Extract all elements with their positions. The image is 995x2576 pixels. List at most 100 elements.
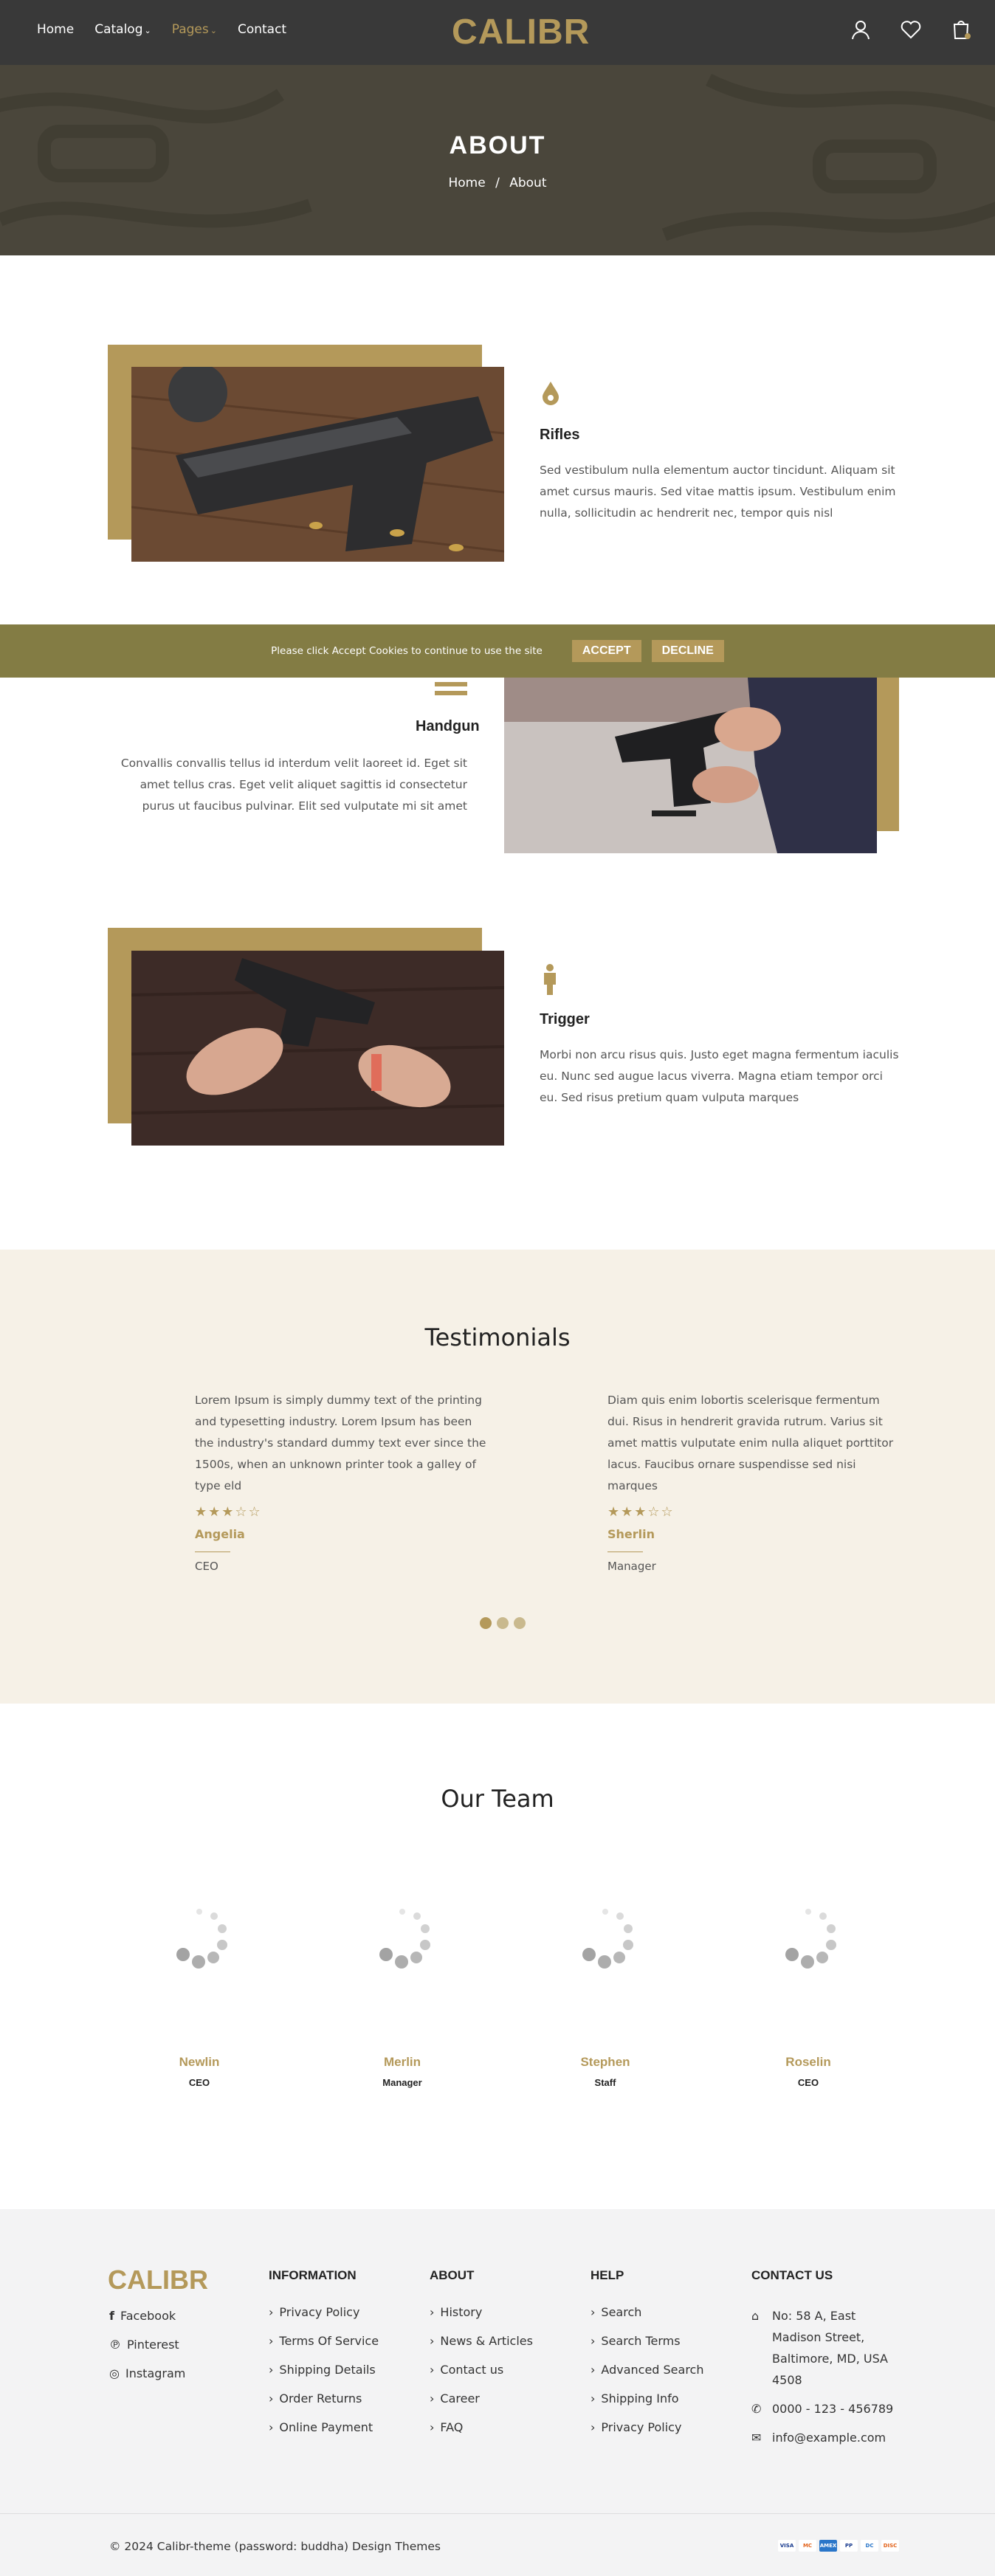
rating-stars: ★★★☆☆ xyxy=(195,1504,262,1520)
footer-heading: CONTACT US xyxy=(751,2268,833,2282)
footer-link[interactable]: › Order Returns xyxy=(269,2391,379,2405)
copyright: © 2024 Calibr-theme (password: buddha) D… xyxy=(109,2540,441,2553)
contact-phone[interactable]: ✆ 0000 - 123 - 456789 xyxy=(751,2398,899,2420)
chevron-right-icon: › xyxy=(430,2420,435,2434)
chevron-right-icon: › xyxy=(269,2420,274,2434)
breadcrumb-home[interactable]: Home xyxy=(448,176,485,190)
footer-logo[interactable]: CALIBR xyxy=(108,2265,208,2296)
feature-title: Rifles xyxy=(540,427,580,443)
chevron-right-icon: › xyxy=(430,2363,435,2377)
carousel-dot[interactable] xyxy=(514,1617,526,1629)
footer-link[interactable]: › Online Payment xyxy=(269,2420,379,2434)
chevron-down-icon: ⌄ xyxy=(144,26,151,35)
footer-column-contact: CONTACT US ⌂ No: 58 A, East Madison Stree… xyxy=(751,2268,899,2456)
home-icon: ⌂ xyxy=(751,2309,760,2323)
chevron-right-icon: › xyxy=(430,2391,435,2405)
footer-link[interactable]: › FAQ xyxy=(430,2420,533,2434)
carousel-dot[interactable] xyxy=(497,1617,509,1629)
footer-heading: INFORMATION xyxy=(269,2268,357,2282)
chevron-right-icon: › xyxy=(269,2305,274,2319)
payment-icons: VISA MC AMEX PP DC DISC xyxy=(778,2540,899,2552)
footer-column-information: INFORMATION › Privacy Policy › Terms Of Se… xyxy=(269,2268,379,2449)
pinterest-icon: ℗ xyxy=(109,2338,121,2352)
testimonial-quote: Lorem Ipsum is simply dummy text of the … xyxy=(195,1394,486,1492)
footer-link[interactable]: › Search xyxy=(591,2305,704,2319)
team-member: Stephen Staff xyxy=(531,1904,679,2088)
footer-link[interactable]: › History xyxy=(430,2305,533,2319)
rating-stars: ★★★☆☆ xyxy=(607,1504,675,1520)
testimonial-card: Lorem Ipsum is simply dummy text of the … xyxy=(195,1390,486,1573)
decline-cookies-button[interactable]: DECLINE xyxy=(651,640,724,662)
member-name: Merlin xyxy=(383,2055,421,2069)
section-title: Our Team xyxy=(441,1785,554,1813)
banner-pattern xyxy=(0,73,995,241)
loading-spinner-icon xyxy=(785,1909,836,1969)
facebook-icon: f xyxy=(109,2309,114,2323)
testimonial-author: Sherlin xyxy=(607,1527,655,1541)
cookie-message: Please click Accept Cookies to continue … xyxy=(271,645,543,657)
phone-icon: ✆ xyxy=(751,2402,762,2416)
page-title: ABOUT xyxy=(449,131,546,159)
social-facebook[interactable]: f Facebook xyxy=(109,2309,185,2323)
footer-link[interactable]: › Shipping Details xyxy=(269,2363,379,2377)
team-member: Merlin Manager xyxy=(328,1904,476,2088)
testimonial-card: Diam quis enim lobortis scelerisque ferm… xyxy=(607,1390,899,1573)
heart-icon[interactable] xyxy=(899,18,923,41)
contact-email[interactable]: ✉ info@example.com xyxy=(751,2427,899,2448)
footer-heading: HELP xyxy=(591,2268,624,2282)
footer-link[interactable]: › Advanced Search xyxy=(591,2363,704,2377)
member-name: Newlin xyxy=(179,2055,220,2069)
loading-spinner-icon xyxy=(379,1909,430,1969)
footer-link[interactable]: › Privacy Policy xyxy=(269,2305,379,2319)
footer-link[interactable]: › Search Terms xyxy=(591,2334,704,2348)
feature-text: Convallis convallis tellus id interdum v… xyxy=(120,757,467,813)
carousel-dots xyxy=(480,1617,526,1629)
loading-spinner-icon xyxy=(582,1909,633,1969)
feature-text: Sed vestibulum nulla elementum auctor ti… xyxy=(540,464,896,520)
nav-home[interactable]: Home xyxy=(37,22,74,37)
chevron-right-icon: › xyxy=(269,2363,274,2377)
chevron-right-icon: › xyxy=(430,2305,435,2319)
site-footer: CALIBR f Facebook ℗ Pinterest ◎ Instagram I… xyxy=(0,2209,995,2576)
chevron-right-icon: › xyxy=(591,2334,596,2348)
accept-cookies-button[interactable]: ACCEPT xyxy=(571,640,641,662)
member-role: Staff xyxy=(594,2077,616,2088)
cart-icon[interactable] xyxy=(949,18,973,41)
testimonials-section: Testimonials Lorem Ipsum is simply dummy… xyxy=(0,1250,995,1704)
footer-link[interactable]: › Shipping Info xyxy=(591,2391,704,2405)
footer-column-about: ABOUT › History › News & Articles › Contact… xyxy=(430,2268,533,2449)
chevron-right-icon: › xyxy=(430,2334,435,2348)
chevron-right-icon: › xyxy=(269,2391,274,2405)
feature-image-rifles xyxy=(131,367,504,562)
social-pinterest[interactable]: ℗ Pinterest xyxy=(109,2338,185,2352)
social-instagram[interactable]: ◎ Instagram xyxy=(109,2366,185,2380)
member-role: CEO xyxy=(797,2077,819,2088)
chevron-down-icon: ⌄ xyxy=(210,26,217,35)
footer-link[interactable]: › News & Articles xyxy=(430,2334,533,2348)
team-member: Newlin CEO xyxy=(125,1904,273,2088)
chevron-right-icon: › xyxy=(269,2334,274,2348)
carousel-dot[interactable] xyxy=(480,1617,492,1629)
testimonial-quote: Diam quis enim lobortis scelerisque ferm… xyxy=(607,1394,894,1492)
paypal-icon: PP xyxy=(840,2540,858,2552)
chevron-right-icon: › xyxy=(591,2363,596,2377)
testimonial-role: Manager xyxy=(607,1560,656,1573)
person-icon xyxy=(544,964,556,995)
feature-image-trigger xyxy=(131,951,504,1146)
nav-pages[interactable]: Pages ⌄ xyxy=(172,22,217,37)
site-logo[interactable]: CALIBR xyxy=(452,13,590,52)
footer-link[interactable]: › Privacy Policy xyxy=(591,2420,704,2434)
instagram-icon: ◎ xyxy=(109,2366,120,2380)
breadcrumb-separator: / xyxy=(495,176,500,190)
footer-link[interactable]: › Contact us xyxy=(430,2363,533,2377)
footer-link[interactable]: › Career xyxy=(430,2391,533,2405)
member-role: Manager xyxy=(382,2077,422,2088)
member-name: Stephen xyxy=(580,2055,630,2069)
page-banner: ABOUT Home / About xyxy=(0,65,995,255)
nav-contact[interactable]: Contact xyxy=(238,22,286,37)
user-icon[interactable] xyxy=(849,18,872,41)
footer-link[interactable]: › Terms Of Service xyxy=(269,2334,379,2348)
social-links: f Facebook ℗ Pinterest ◎ Instagram xyxy=(109,2309,185,2395)
nav-catalog[interactable]: Catalog ⌄ xyxy=(94,22,151,37)
breadcrumb: Home / About xyxy=(0,176,995,190)
